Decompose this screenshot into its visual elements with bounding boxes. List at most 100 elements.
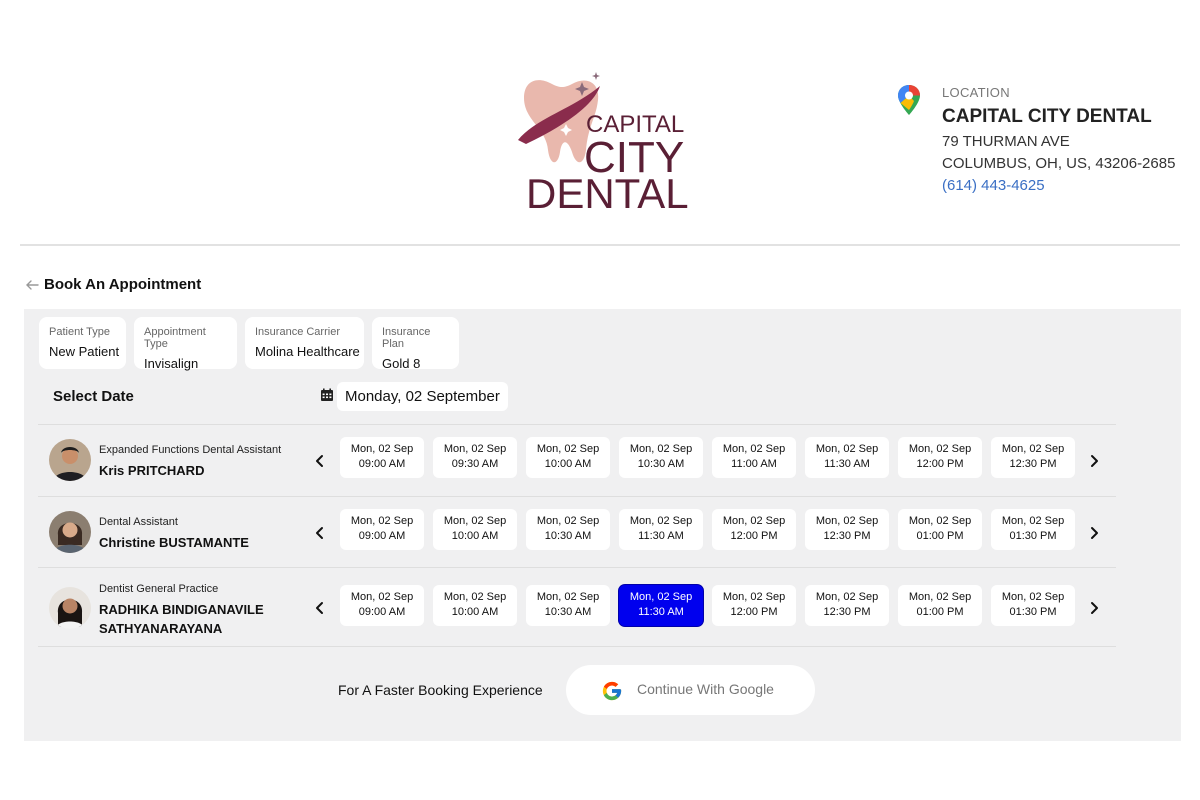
slot-date: Mon, 02 Sep: [443, 443, 507, 455]
google-button-label: Continue With Google: [637, 681, 774, 697]
select-date-label: Select Date: [53, 388, 134, 405]
time-slot[interactable]: Mon, 02 Sep 10:00 AM: [433, 585, 517, 626]
filter-label: Patient Type: [49, 326, 110, 338]
slot-time: 01:30 PM: [1009, 530, 1057, 542]
location-name: CAPITAL CITY DENTAL: [942, 106, 1152, 127]
slot-date: Mon, 02 Sep: [908, 591, 972, 603]
google-icon: [602, 681, 622, 701]
time-slot[interactable]: Mon, 02 Sep 01:30 PM: [991, 585, 1075, 626]
slot-time: 01:00 PM: [916, 606, 964, 618]
chevron-right-icon[interactable]: [1085, 452, 1103, 470]
time-slot[interactable]: Mon, 02 Sep 12:30 PM: [805, 585, 889, 626]
slot-time: 10:30 AM: [544, 530, 592, 542]
chevron-left-icon[interactable]: [311, 452, 329, 470]
slot-date: Mon, 02 Sep: [815, 515, 879, 527]
date-picker[interactable]: Monday, 02 September: [337, 382, 508, 411]
provider-name: RADHIKA BINDIGANAVILE SATHYANARAYANA: [99, 600, 264, 638]
time-slot[interactable]: Mon, 02 Sep 10:00 AM: [526, 437, 610, 478]
provider-row: Dentist General Practice RADHIKA BINDIGA…: [38, 567, 1116, 647]
avatar: [49, 439, 91, 481]
time-slot[interactable]: Mon, 02 Sep 11:30 AM: [619, 509, 703, 550]
time-slot[interactable]: Mon, 02 Sep 01:30 PM: [991, 509, 1075, 550]
header-divider: [20, 244, 1180, 246]
slot-date: Mon, 02 Sep: [350, 591, 414, 603]
filter-value: Molina Healthcare: [255, 344, 360, 359]
filter-insurance-carrier[interactable]: Insurance Carrier Molina Healthcare: [245, 317, 364, 369]
filter-appointment-type[interactable]: Appointment Type Invisalign: [134, 317, 237, 371]
filter-summary: Patient Type New Patient Appointment Typ…: [39, 317, 459, 371]
chevron-left-icon[interactable]: [311, 524, 329, 542]
time-slot[interactable]: Mon, 02 Sep 01:00 PM: [898, 585, 982, 626]
time-slot[interactable]: Mon, 02 Sep 01:00 PM: [898, 509, 982, 550]
time-slot[interactable]: Mon, 02 Sep 12:00 PM: [898, 437, 982, 478]
back-arrow-icon[interactable]: [24, 277, 40, 293]
slot-time: 09:00 AM: [358, 458, 406, 470]
filter-insurance-plan[interactable]: Insurance Plan Gold 8: [372, 317, 459, 371]
time-slot[interactable]: Mon, 02 Sep 12:00 PM: [712, 585, 796, 626]
time-slot[interactable]: Mon, 02 Sep 10:30 AM: [526, 585, 610, 626]
slot-date: Mon, 02 Sep: [815, 443, 879, 455]
chevron-right-icon[interactable]: [1085, 524, 1103, 542]
slot-date: Mon, 02 Sep: [1001, 591, 1065, 603]
booking-panel: Patient Type New Patient Appointment Typ…: [24, 309, 1181, 741]
time-slot[interactable]: Mon, 02 Sep 10:00 AM: [433, 509, 517, 550]
slot-time: 10:00 AM: [451, 530, 499, 542]
slot-date: Mon, 02 Sep: [536, 591, 600, 603]
slot-date: Mon, 02 Sep: [443, 591, 507, 603]
time-slot-selected[interactable]: Mon, 02 Sep 11:30 AM: [619, 585, 703, 626]
calendar-icon[interactable]: [320, 388, 334, 402]
page-header: Book An Appointment: [24, 276, 201, 293]
time-slot[interactable]: Mon, 02 Sep 11:30 AM: [805, 437, 889, 478]
time-slot[interactable]: Mon, 02 Sep 10:30 AM: [526, 509, 610, 550]
slot-time: 01:30 PM: [1009, 606, 1057, 618]
provider-name: Christine BUSTAMANTE: [99, 535, 249, 550]
provider-photo: [49, 439, 91, 481]
brand-logo: CAPITAL CITY DENTAL: [516, 70, 696, 217]
time-slot[interactable]: Mon, 02 Sep 10:30 AM: [619, 437, 703, 478]
avatar: [49, 587, 91, 629]
filter-value: Gold 8: [382, 356, 421, 371]
filter-label: Insurance Plan: [382, 326, 431, 350]
slot-time: 11:30 AM: [824, 458, 870, 470]
filter-value: New Patient: [49, 344, 120, 359]
chevron-right-icon[interactable]: [1085, 599, 1103, 617]
time-slot[interactable]: Mon, 02 Sep 12:30 PM: [991, 437, 1075, 478]
time-slot[interactable]: Mon, 02 Sep 09:00 AM: [340, 437, 424, 478]
slot-time: 10:00 AM: [451, 606, 499, 618]
provider-role: Dental Assistant: [99, 516, 178, 528]
provider-name-line-2: SATHYANARAYANA: [99, 621, 223, 636]
slot-date: Mon, 02 Sep: [722, 591, 786, 603]
tooth-logo-icon: CAPITAL CITY DENTAL: [518, 72, 689, 217]
provider-role: Expanded Functions Dental Assistant: [99, 444, 282, 456]
time-slot[interactable]: Mon, 02 Sep 11:00 AM: [712, 437, 796, 478]
provider-photo: [49, 511, 91, 553]
provider-row: Expanded Functions Dental Assistant Kris…: [38, 424, 1116, 496]
slot-date: Mon, 02 Sep: [722, 443, 786, 455]
slot-time: 12:30 PM: [823, 606, 871, 618]
slot-date: Mon, 02 Sep: [629, 591, 693, 603]
provider-role: Dentist General Practice: [99, 583, 219, 595]
time-slot[interactable]: Mon, 02 Sep 09:30 AM: [433, 437, 517, 478]
slot-date: Mon, 02 Sep: [536, 515, 600, 527]
filter-patient-type[interactable]: Patient Type New Patient: [39, 317, 126, 369]
slot-time: 12:00 PM: [730, 530, 778, 542]
time-slot[interactable]: Mon, 02 Sep 12:00 PM: [712, 509, 796, 550]
slot-time: 10:30 AM: [544, 606, 592, 618]
phone-link[interactable]: (614) 443-4625: [942, 177, 1200, 194]
continue-with-google-button[interactable]: Continue With Google: [566, 665, 815, 715]
filter-label: Appointment Type: [144, 326, 206, 350]
time-slot[interactable]: Mon, 02 Sep 09:00 AM: [340, 509, 424, 550]
slot-date: Mon, 02 Sep: [443, 515, 507, 527]
location-street: 79 THURMAN AVE: [942, 133, 1070, 150]
map-pin-icon: [898, 85, 920, 115]
slot-date: Mon, 02 Sep: [722, 515, 786, 527]
provider-photo: [49, 587, 91, 629]
chevron-left-icon[interactable]: [311, 599, 329, 617]
slot-time: 10:30 AM: [637, 458, 685, 470]
slot-time: 12:00 PM: [730, 606, 778, 618]
location-label: LOCATION: [942, 85, 1010, 100]
slot-date: Mon, 02 Sep: [629, 443, 693, 455]
filter-value: Invisalign: [144, 356, 199, 371]
time-slot[interactable]: Mon, 02 Sep 12:30 PM: [805, 509, 889, 550]
time-slot[interactable]: Mon, 02 Sep 09:00 AM: [340, 585, 424, 626]
